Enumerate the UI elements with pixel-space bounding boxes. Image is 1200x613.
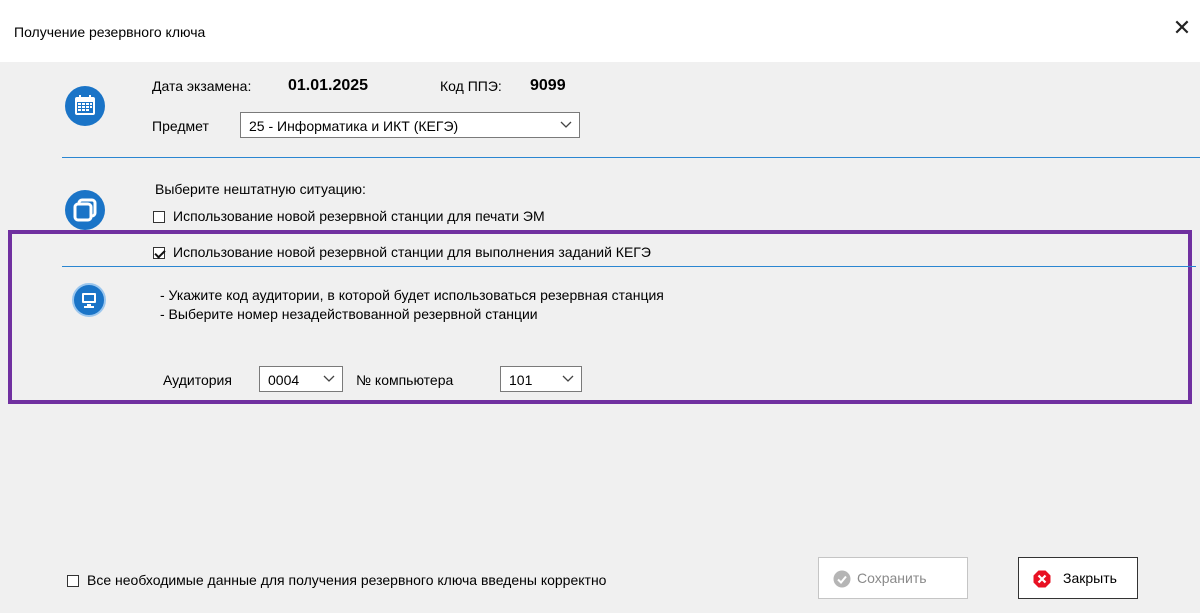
calendar-icon bbox=[65, 86, 105, 126]
subject-label: Предмет bbox=[152, 118, 209, 134]
window-title: Получение резервного ключа bbox=[14, 24, 206, 40]
confirm-label: Все необходимые данные для получения рез… bbox=[87, 572, 607, 588]
error-x-icon bbox=[1033, 570, 1051, 588]
save-button[interactable]: Сохранить bbox=[818, 557, 968, 599]
confirm-checkbox[interactable]: Все необходимые данные для получения рез… bbox=[67, 572, 606, 588]
option-print-checkbox[interactable]: Использование новой резервной станции дл… bbox=[153, 208, 545, 224]
close-icon[interactable]: ✕ bbox=[1170, 16, 1194, 40]
ppe-code-label: Код ППЭ: bbox=[440, 78, 502, 94]
check-circle-icon bbox=[833, 570, 851, 588]
situation-prompt: Выберите нештатную ситуацию: bbox=[155, 181, 366, 197]
computer-number-label: № компьютера bbox=[356, 372, 454, 388]
instruction-line-2: - Выберите номер незадействованной резер… bbox=[160, 306, 538, 322]
auditorium-label: Аудитория bbox=[163, 372, 232, 388]
windows-stack-icon bbox=[65, 190, 105, 230]
monitor-icon bbox=[72, 283, 106, 317]
subject-select[interactable]: 25 - Информатика и ИКТ (КЕГЭ) bbox=[240, 112, 580, 138]
option-print-box[interactable] bbox=[153, 211, 165, 223]
ppe-code-value: 9099 bbox=[530, 77, 566, 94]
close-button-label: Закрыть bbox=[1063, 570, 1117, 586]
computer-number-select[interactable]: 101 bbox=[500, 366, 582, 392]
title-bar: Получение резервного ключа ✕ bbox=[0, 0, 1200, 62]
chevron-down-icon bbox=[562, 375, 574, 382]
auditorium-select[interactable]: 0004 bbox=[259, 366, 343, 392]
option-print-label: Использование новой резервной станции дл… bbox=[173, 208, 545, 224]
subject-select-value: 25 - Информатика и ИКТ (КЕГЭ) bbox=[249, 118, 459, 134]
instruction-line-1: - Укажите код аудитории, в которой будет… bbox=[160, 287, 664, 303]
confirm-box[interactable] bbox=[67, 575, 79, 587]
auditorium-select-value: 0004 bbox=[268, 372, 300, 388]
computer-number-select-value: 101 bbox=[509, 372, 533, 388]
section-divider bbox=[62, 157, 1200, 158]
section-divider bbox=[62, 266, 1196, 267]
save-button-label: Сохранить bbox=[857, 570, 927, 586]
chevron-down-icon bbox=[323, 375, 335, 382]
chevron-down-icon bbox=[560, 121, 572, 128]
exam-date-value: 01.01.2025 bbox=[288, 77, 369, 94]
close-button[interactable]: Закрыть bbox=[1018, 557, 1138, 599]
exam-date-label: Дата экзамена: bbox=[152, 78, 252, 94]
